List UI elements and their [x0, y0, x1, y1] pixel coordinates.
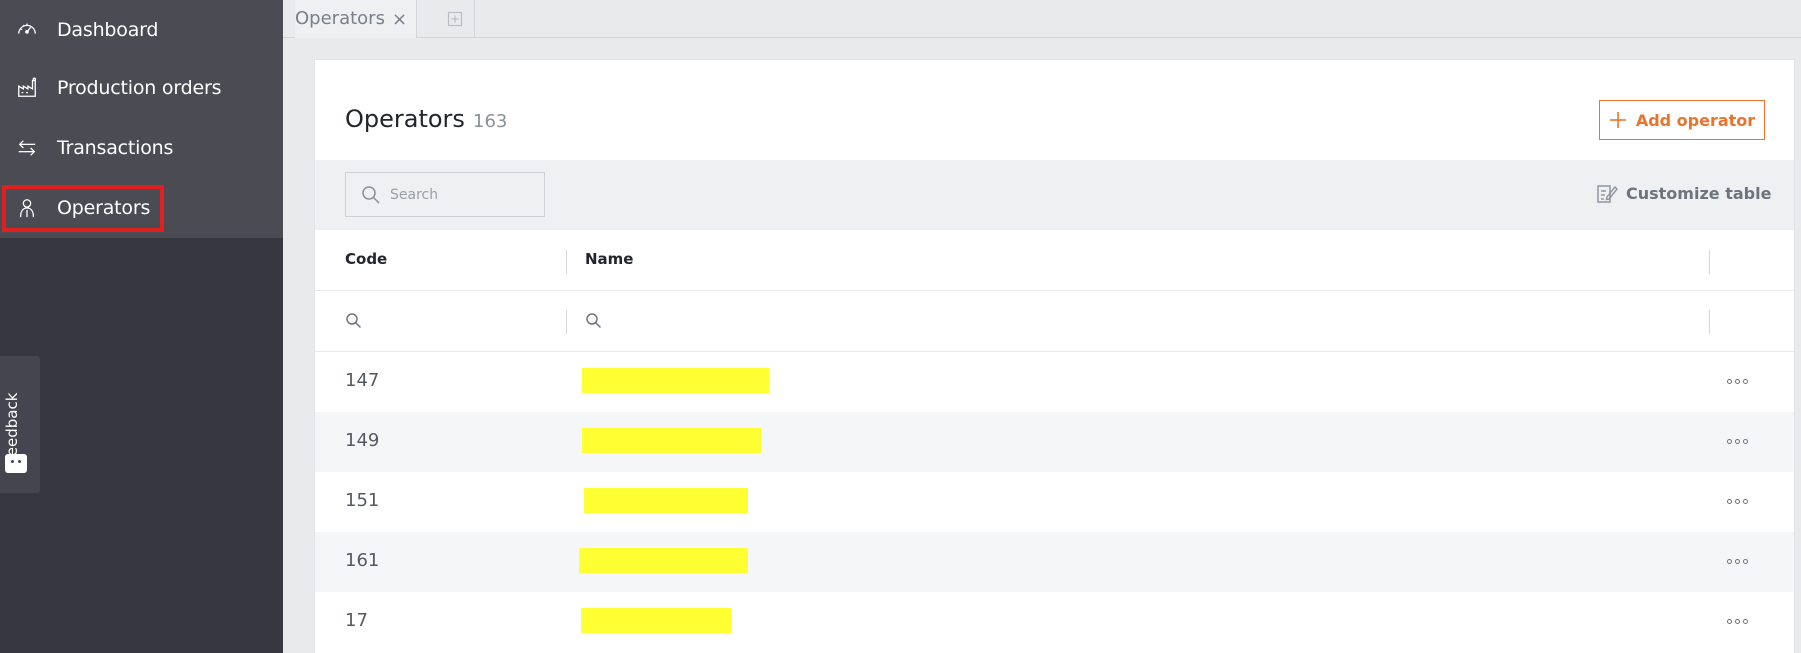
column-divider[interactable]: [1709, 250, 1710, 274]
customize-table-button[interactable]: Customize table: [1596, 182, 1771, 204]
cell-name-redacted: [581, 608, 731, 633]
sidebar-item-label: Transactions: [57, 137, 174, 159]
table-row[interactable]: 17: [315, 592, 1794, 652]
new-tab-icon: [447, 11, 462, 27]
table-row[interactable]: 149: [315, 412, 1794, 472]
page-title: Operators: [345, 105, 465, 133]
search-box[interactable]: [345, 172, 545, 217]
more-actions-icon[interactable]: [1727, 554, 1751, 568]
cell-name-redacted: [579, 548, 748, 573]
cell-code: 151: [345, 490, 380, 511]
sidebar-item-operators[interactable]: Operators: [0, 178, 283, 238]
cell-name-redacted: [584, 488, 748, 513]
cell-name-redacted: [582, 368, 769, 393]
arrows-exchange-icon: [18, 140, 36, 156]
smile-icon: [5, 454, 27, 473]
table-toolbar: Customize table: [315, 160, 1794, 230]
column-header-name[interactable]: Name: [585, 250, 633, 268]
sidebar: Dashboard Production orders Transactions: [0, 0, 283, 653]
table-row[interactable]: 147: [315, 352, 1794, 412]
more-actions-icon[interactable]: [1727, 494, 1751, 508]
close-icon[interactable]: ×: [392, 9, 407, 30]
customize-table-label: Customize table: [1626, 183, 1772, 203]
operators-panel: Operators 163 Add operator Customize tab: [314, 59, 1795, 653]
gauge-icon: [18, 23, 36, 34]
tab-label: Operators: [295, 8, 385, 29]
search-input[interactable]: [390, 184, 535, 206]
new-tab-button[interactable]: [435, 0, 475, 38]
sidebar-item-production-orders[interactable]: Production orders: [0, 58, 283, 118]
add-operator-label: Add operator: [1635, 110, 1756, 130]
search-icon: [362, 186, 380, 204]
more-actions-icon[interactable]: [1727, 374, 1751, 388]
sidebar-item-transactions[interactable]: Transactions: [0, 118, 283, 178]
more-actions-icon[interactable]: [1727, 434, 1751, 448]
more-actions-icon[interactable]: [1727, 614, 1751, 628]
factory-icon: [18, 77, 37, 97]
filter-row: [315, 291, 1794, 352]
add-operator-button[interactable]: Add operator: [1599, 100, 1765, 140]
sidebar-nav: Dashboard Production orders Transactions: [0, 0, 283, 238]
cell-code: 17: [345, 610, 368, 631]
cell-code: 161: [345, 550, 380, 571]
table-header: Code Name: [315, 230, 1794, 291]
feedback-tab[interactable]: Feedback: [0, 356, 40, 493]
record-count: 163: [473, 111, 508, 132]
plus-icon: [1609, 112, 1626, 128]
sidebar-item-label: Dashboard: [57, 19, 159, 41]
search-icon[interactable]: [585, 312, 602, 329]
cell-code: 147: [345, 370, 380, 391]
column-divider: [566, 310, 567, 334]
search-icon[interactable]: [345, 312, 362, 329]
person-icon: [19, 199, 35, 218]
tab-operators[interactable]: Operators ×: [295, 0, 417, 38]
table-row[interactable]: 161: [315, 532, 1794, 592]
sidebar-item-dashboard[interactable]: Dashboard: [0, 0, 283, 60]
column-divider: [1709, 310, 1710, 334]
edit-table-icon: [1597, 185, 1618, 203]
sidebar-item-label: Operators: [57, 197, 151, 219]
cell-code: 149: [345, 430, 380, 451]
column-header-code[interactable]: Code: [345, 250, 387, 268]
sidebar-item-label: Production orders: [57, 77, 222, 99]
tab-bar: Operators ×: [283, 0, 1801, 38]
cell-name-redacted: [582, 428, 761, 453]
table-row[interactable]: 151: [315, 472, 1794, 532]
column-divider[interactable]: [566, 250, 567, 274]
